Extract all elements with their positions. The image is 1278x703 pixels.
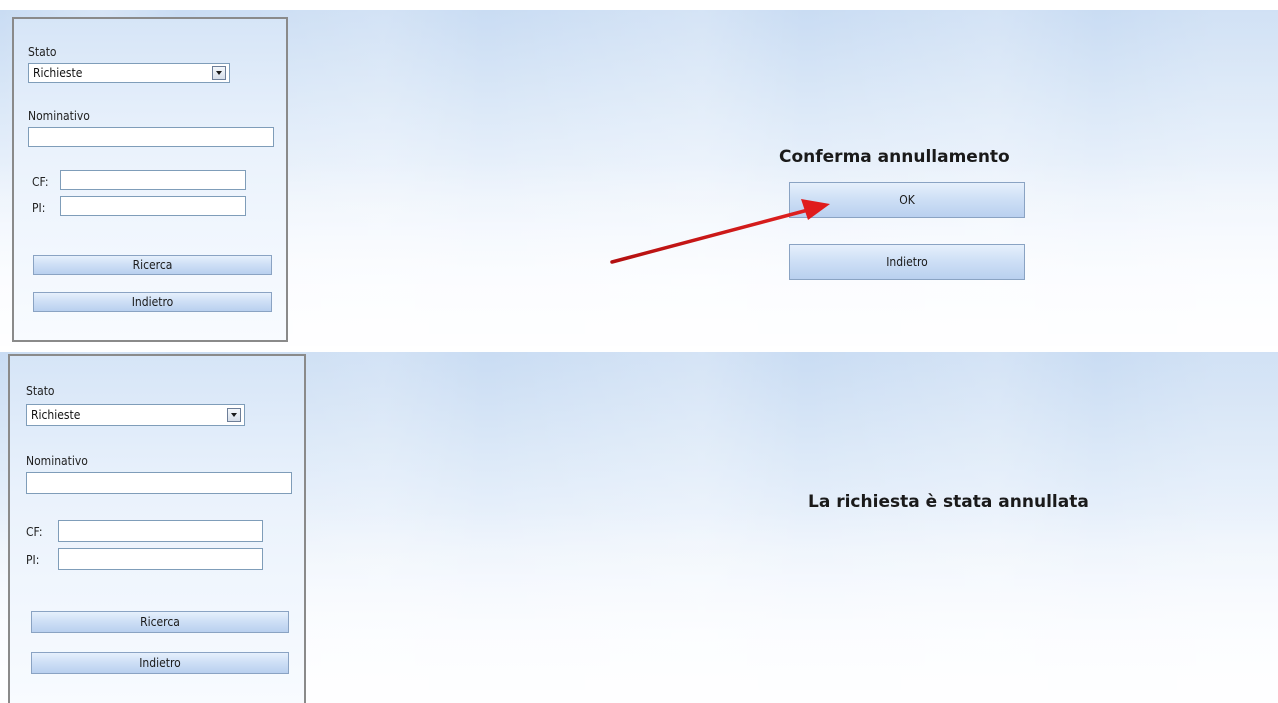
nominativo-label: Nominativo xyxy=(28,109,90,123)
cf-label: CF: xyxy=(26,525,43,539)
search-panel: Stato Richieste Nominativo CF: PI: Ricer… xyxy=(8,354,306,703)
search-panel: Stato Richieste Nominativo CF: PI: Ricer… xyxy=(12,17,288,342)
back-button[interactable]: Indietro xyxy=(33,292,272,312)
nominativo-field[interactable] xyxy=(28,127,274,147)
dialog-back-button[interactable]: Indietro xyxy=(789,244,1025,280)
cancelled-screen: Stato Richieste Nominativo CF: PI: Ricer… xyxy=(0,346,1278,703)
pi-label: PI: xyxy=(32,201,46,215)
cf-field[interactable] xyxy=(58,520,263,542)
back-button[interactable]: Indietro xyxy=(31,652,289,674)
search-button[interactable]: Ricerca xyxy=(33,255,272,275)
cf-field[interactable] xyxy=(60,170,246,190)
stato-select-value: Richieste xyxy=(33,66,83,80)
nominativo-field[interactable] xyxy=(26,472,292,494)
cf-label: CF: xyxy=(32,175,49,189)
pi-label: PI: xyxy=(26,553,40,567)
stato-label: Stato xyxy=(28,45,57,59)
stato-label: Stato xyxy=(26,384,55,398)
stato-select[interactable]: Richieste xyxy=(28,63,230,83)
ok-button[interactable]: OK xyxy=(789,182,1025,218)
stato-select[interactable]: Richieste xyxy=(26,404,245,426)
chevron-down-icon[interactable] xyxy=(212,66,226,80)
confirm-cancel-screen: Stato Richieste Nominativo CF: PI: Ricer… xyxy=(0,0,1278,346)
dialog-title: Conferma annullamento xyxy=(779,147,1010,167)
search-button[interactable]: Ricerca xyxy=(31,611,289,633)
pi-field[interactable] xyxy=(58,548,263,570)
stato-select-value: Richieste xyxy=(31,408,81,422)
status-message: La richiesta è stata annullata xyxy=(808,492,1089,512)
nominativo-label: Nominativo xyxy=(26,454,88,468)
pi-field[interactable] xyxy=(60,196,246,216)
chevron-down-icon[interactable] xyxy=(227,408,241,422)
